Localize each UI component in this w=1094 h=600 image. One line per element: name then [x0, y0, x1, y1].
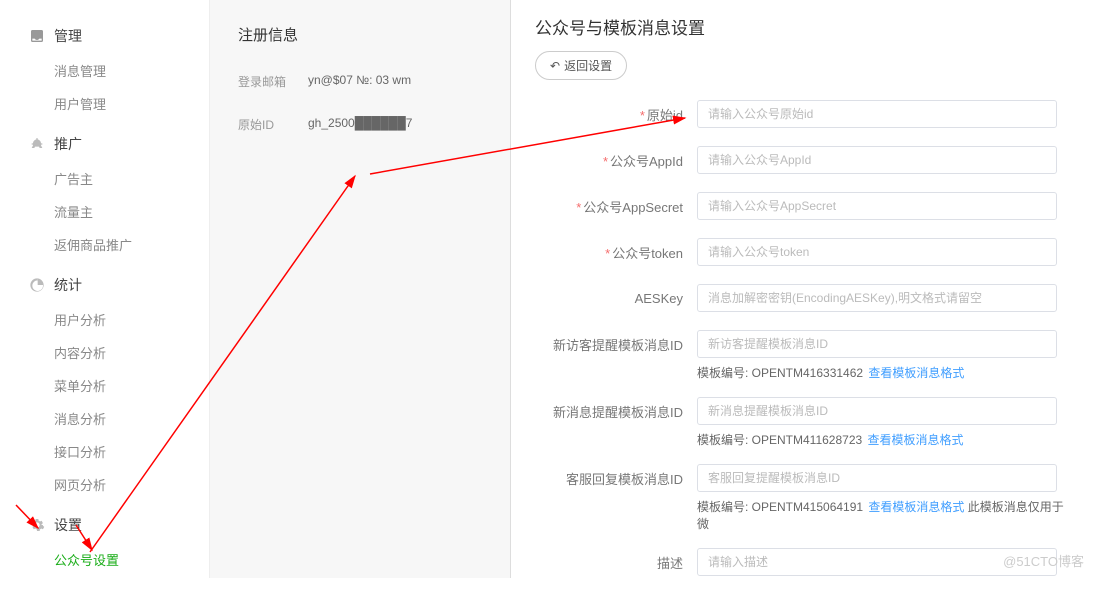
sidebar: 管理 消息管理 用户管理 推广 广告主 流量主 返佣商品推广 统计: [0, 0, 210, 578]
nav-section-stats: 统计 用户分析 内容分析 菜单分析 消息分析 接口分析 网页分析: [0, 267, 209, 501]
hint-link-new-visitor[interactable]: 查看模板消息格式: [868, 366, 964, 380]
sidebar-item-content-analysis[interactable]: 内容分析: [0, 336, 209, 369]
label-appsecret: 公众号AppSecret: [535, 197, 697, 216]
back-icon: ↶: [550, 59, 560, 73]
hint-prefix: 模板编号: OPENTM416331462: [697, 366, 863, 380]
label-token: 公众号token: [535, 243, 697, 262]
sidebar-item-msg-analysis[interactable]: 消息分析: [0, 402, 209, 435]
sidebar-item-account-settings[interactable]: 公众号设置: [0, 543, 209, 576]
registration-info-panel: 注册信息 登录邮箱 yn@$07 №: 03 wm 原始ID gh_2500██…: [210, 0, 510, 578]
input-token[interactable]: [697, 238, 1057, 266]
hint-cs-reply-tpl: 模板编号: OPENTM415064191 查看模板消息格式 此模板消息仅用于微: [535, 498, 1070, 532]
label-cs-reply-tpl: 客服回复模板消息ID: [535, 469, 697, 488]
nav-header-promote[interactable]: 推广: [0, 126, 209, 162]
input-cs-reply-tpl[interactable]: [697, 464, 1057, 492]
nav-header-label: 统计: [54, 275, 82, 295]
info-row-original-id: 原始ID gh_2500██████7: [238, 116, 482, 133]
sidebar-item-rebate[interactable]: 返佣商品推广: [0, 228, 209, 261]
nav-header-label: 管理: [54, 26, 82, 46]
input-new-visitor-tpl[interactable]: [697, 330, 1057, 358]
hint-link-cs-reply[interactable]: 查看模板消息格式: [868, 500, 964, 514]
sidebar-item-web-analysis[interactable]: 网页分析: [0, 468, 209, 501]
page-title: 公众号与模板消息设置: [535, 14, 1070, 39]
nav-section-promote: 推广 广告主 流量主 返佣商品推广: [0, 126, 209, 261]
pie-icon: [28, 276, 46, 294]
back-button[interactable]: ↶ 返回设置: [535, 51, 627, 80]
label-new-msg-tpl: 新消息提醒模板消息ID: [535, 402, 697, 421]
hint-prefix: 模板编号: OPENTM415064191: [697, 500, 863, 514]
hint-link-new-msg[interactable]: 查看模板消息格式: [868, 433, 964, 447]
label-original-id: 原始id: [535, 105, 697, 124]
label-aeskey: AESKey: [535, 291, 697, 306]
sidebar-item-traffic[interactable]: 流量主: [0, 195, 209, 228]
panel-title: 注册信息: [238, 24, 482, 45]
nav-header-label: 推广: [54, 134, 82, 154]
info-value-original-id: gh_2500██████7: [308, 116, 412, 133]
sidebar-item-msg-manage[interactable]: 消息管理: [0, 54, 209, 87]
nav-header-settings[interactable]: 设置: [0, 507, 209, 543]
hint-prefix: 模板编号: OPENTM411628723: [697, 433, 862, 447]
bullhorn-icon: [28, 135, 46, 153]
label-appid: 公众号AppId: [535, 151, 697, 170]
hint-new-msg-tpl: 模板编号: OPENTM411628723 查看模板消息格式: [535, 431, 1070, 448]
settings-form-panel: 公众号与模板消息设置 ↶ 返回设置 原始id 公众号AppId: [510, 0, 1094, 578]
info-value-email: yn@$07 №: 03 wm: [308, 73, 411, 90]
sidebar-item-user-analysis[interactable]: 用户分析: [0, 303, 209, 336]
sidebar-item-user-manage[interactable]: 用户管理: [0, 87, 209, 120]
sidebar-item-menu-analysis[interactable]: 菜单分析: [0, 369, 209, 402]
info-label: 登录邮箱: [238, 73, 308, 90]
nav-section-settings: 设置 公众号设置: [0, 507, 209, 576]
back-button-label: 返回设置: [564, 57, 612, 74]
label-desc: 描述: [535, 553, 697, 572]
input-original-id[interactable]: [697, 100, 1057, 128]
watermark: @51CTO博客: [1003, 551, 1084, 570]
sidebar-item-api-analysis[interactable]: 接口分析: [0, 435, 209, 468]
inbox-icon: [28, 27, 46, 45]
info-label: 原始ID: [238, 116, 308, 133]
input-new-msg-tpl[interactable]: [697, 397, 1057, 425]
nav-section-manage: 管理 消息管理 用户管理: [0, 18, 209, 120]
nav-header-manage[interactable]: 管理: [0, 18, 209, 54]
nav-header-label: 设置: [54, 515, 82, 535]
info-row-email: 登录邮箱 yn@$07 №: 03 wm: [238, 73, 482, 90]
gear-icon: [28, 516, 46, 534]
nav-header-stats[interactable]: 统计: [0, 267, 209, 303]
input-aeskey[interactable]: [697, 284, 1057, 312]
sidebar-item-advertiser[interactable]: 广告主: [0, 162, 209, 195]
label-new-visitor-tpl: 新访客提醒模板消息ID: [535, 335, 697, 354]
input-appsecret[interactable]: [697, 192, 1057, 220]
hint-new-visitor-tpl: 模板编号: OPENTM416331462 查看模板消息格式: [535, 364, 1070, 381]
input-appid[interactable]: [697, 146, 1057, 174]
